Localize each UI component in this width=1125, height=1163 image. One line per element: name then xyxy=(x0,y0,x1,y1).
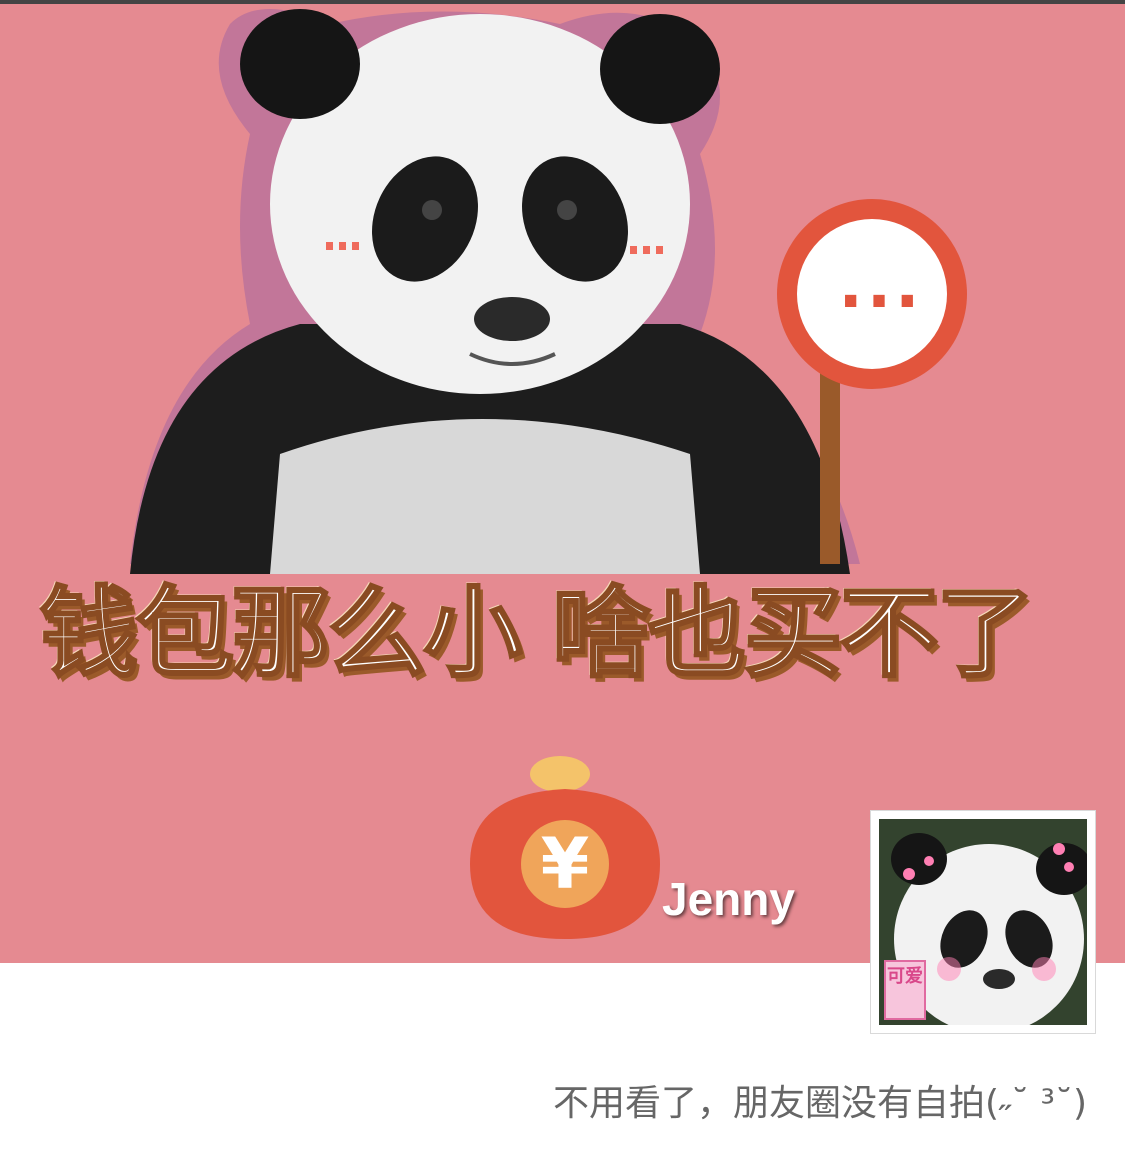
avatar-image: 可爱 xyxy=(879,819,1087,1025)
profile-signature: 不用看了，朋友圈没有自拍(˶˘ ³˘) xyxy=(553,1083,1087,1124)
username[interactable]: Jenny xyxy=(662,872,795,926)
cover-caption: 钱包那么小 啥也买不了 xyxy=(39,576,1036,693)
yen-icon: ¥ xyxy=(540,823,590,905)
avatar[interactable]: 可爱 xyxy=(870,810,1096,1034)
avatar-tag: 可爱 xyxy=(887,966,923,987)
sign-text: ... xyxy=(838,249,924,323)
